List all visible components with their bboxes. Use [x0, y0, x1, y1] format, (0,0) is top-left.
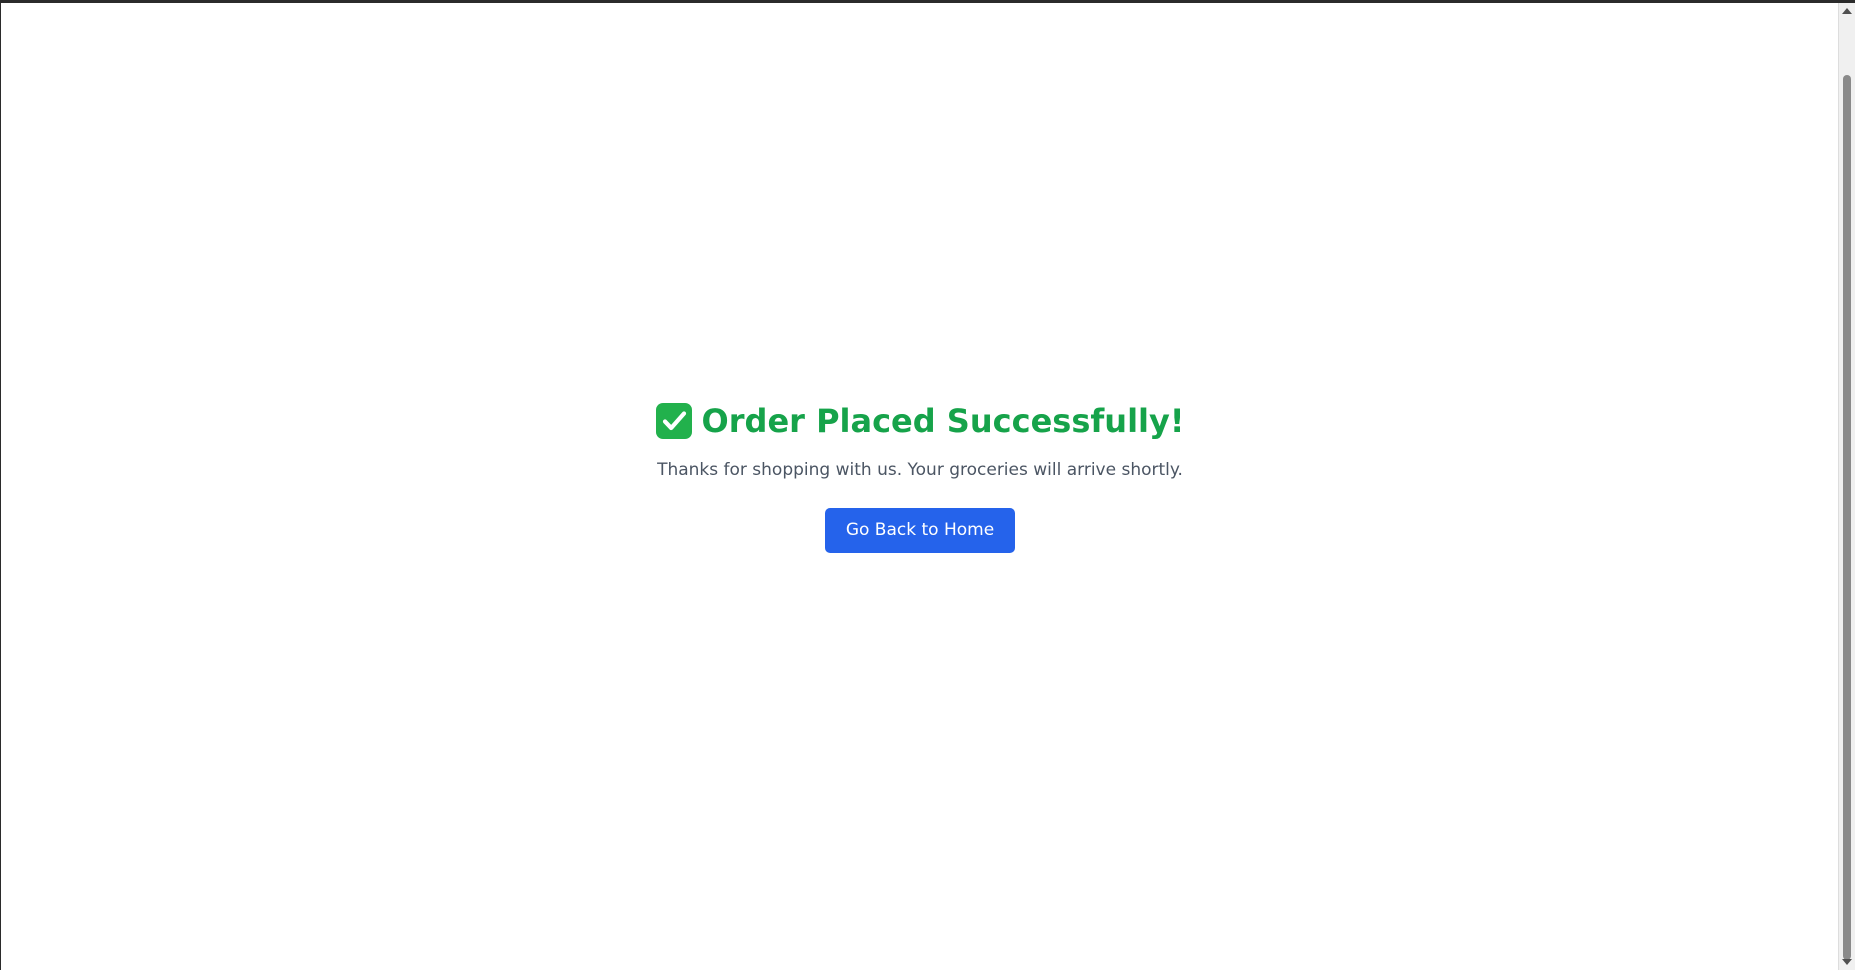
check-mark-icon: [655, 403, 692, 439]
scroll-down-icon[interactable]: [1842, 959, 1852, 965]
order-success-panel: Order Placed Successfully! Thanks for sh…: [1, 401, 1839, 553]
success-title-text: Order Placed Successfully!: [701, 402, 1185, 440]
order-confirmation-page: Order Placed Successfully! Thanks for sh…: [1, 3, 1839, 970]
success-message: Thanks for shopping with us. Your grocer…: [657, 460, 1183, 480]
scroll-thumb[interactable]: [1843, 75, 1851, 960]
go-back-home-button[interactable]: Go Back to Home: [825, 508, 1015, 553]
page-title: Order Placed Successfully!: [655, 401, 1185, 441]
browser-window: Order Placed Successfully! Thanks for sh…: [0, 0, 1855, 970]
scroll-up-icon[interactable]: [1842, 8, 1852, 14]
vertical-scrollbar[interactable]: [1838, 3, 1855, 970]
